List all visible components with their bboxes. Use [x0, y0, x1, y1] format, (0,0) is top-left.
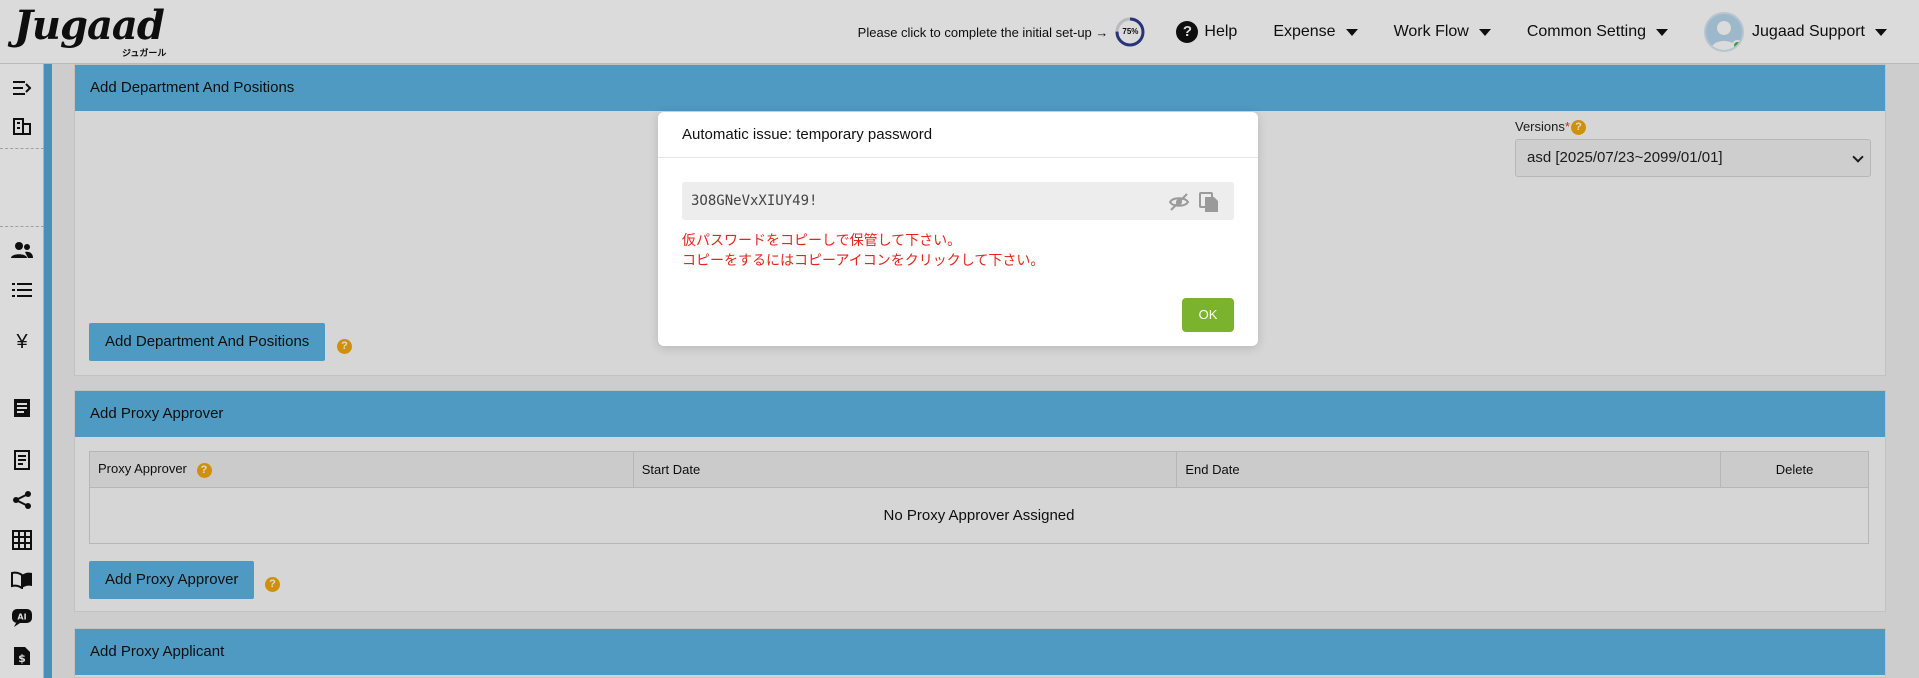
copy-icon[interactable] [1198, 190, 1220, 212]
ok-button[interactable]: OK [1182, 298, 1234, 332]
temporary-password-dialog: Automatic issue: temporary password 3O8G… [658, 112, 1258, 346]
dialog-title: Automatic issue: temporary password [658, 112, 1258, 158]
temporary-password-field[interactable]: 3O8GNeVxXIUY49! [682, 182, 1234, 220]
copy-instruction-message: 仮パスワードをコピーしで保管して下さい。 コピーをするにはコピーアイコンをクリッ… [682, 230, 1044, 270]
copy-instruction-line-2: コピーをするにはコピーアイコンをクリックして下さい。 [682, 252, 1045, 268]
copy-instruction-line-1: 仮パスワードをコピーしで保管して下さい。 [682, 232, 962, 248]
eye-slash-icon[interactable] [1168, 190, 1190, 212]
temporary-password-value: 3O8GNeVxXIUY49! [691, 193, 818, 209]
